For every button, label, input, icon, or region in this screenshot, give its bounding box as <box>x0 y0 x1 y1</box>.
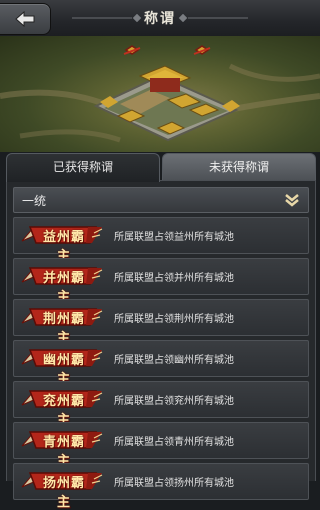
list-item[interactable]: 益州霸主 所属联盟占领益州所有城池 <box>13 217 309 264</box>
top-bar: 称谓 <box>0 0 320 37</box>
ribbon-badge: 幽州霸主 <box>20 346 104 387</box>
title-description: 所属联盟占领兖州所有城池 <box>114 396 234 407</box>
title-list: 一统 益州霸主 所属联盟占领益州所有城池 并州霸主 所属联盟占领并州所有城池 荆… <box>6 180 316 510</box>
ribbon-badge: 并州霸主 <box>20 264 104 305</box>
page-title: 称谓 <box>144 11 176 27</box>
list-item[interactable]: 并州霸主 所属联盟占领并州所有城池 <box>13 258 309 305</box>
ribbon-badge: 荆州霸主 <box>20 305 104 346</box>
title-banner-image <box>0 36 320 152</box>
list-item[interactable]: 幽州霸主 所属联盟占领幽州所有城池 <box>13 340 309 387</box>
header-ornament-right <box>178 14 248 22</box>
tab-obtained-titles[interactable]: 已获得称谓 <box>6 153 160 182</box>
ribbon-badge: 益州霸主 <box>20 223 104 264</box>
ribbon-badge: 扬州霸主 <box>20 469 104 510</box>
title-description: 所属联盟占领并州所有城池 <box>114 273 234 284</box>
list-item[interactable]: 青州霸主 所属联盟占领青州所有城池 <box>13 422 309 469</box>
chevron-down-icon <box>285 194 299 207</box>
flag-right-icon <box>193 45 211 55</box>
ribbon-badge: 兖州霸主 <box>20 387 104 428</box>
list-item[interactable]: 扬州霸主 所属联盟占领扬州所有城池 <box>13 463 309 510</box>
title-name: 扬州霸主 <box>42 476 85 510</box>
tab-unobtained-titles[interactable]: 未获得称谓 <box>162 153 316 180</box>
flag-left-icon <box>123 45 141 55</box>
fortress-illustration <box>0 45 320 143</box>
title-description: 所属联盟占领幽州所有城池 <box>114 355 234 366</box>
ribbon-badge: 青州霸主 <box>20 428 104 469</box>
title-description: 所属联盟占领青州所有城池 <box>114 437 234 448</box>
title-tabs: 已获得称谓 未获得称谓 <box>6 153 316 182</box>
list-item[interactable]: 兖州霸主 所属联盟占领兖州所有城池 <box>13 381 309 428</box>
group-header-unify[interactable]: 一统 <box>13 187 309 213</box>
title-description: 所属联盟占领荆州所有城池 <box>114 314 234 325</box>
group-label: 一统 <box>22 194 47 208</box>
list-item[interactable]: 荆州霸主 所属联盟占领荆州所有城池 <box>13 299 309 346</box>
title-description: 所属联盟占领扬州所有城池 <box>114 478 234 489</box>
title-description: 所属联盟占领益州所有城池 <box>114 232 234 243</box>
